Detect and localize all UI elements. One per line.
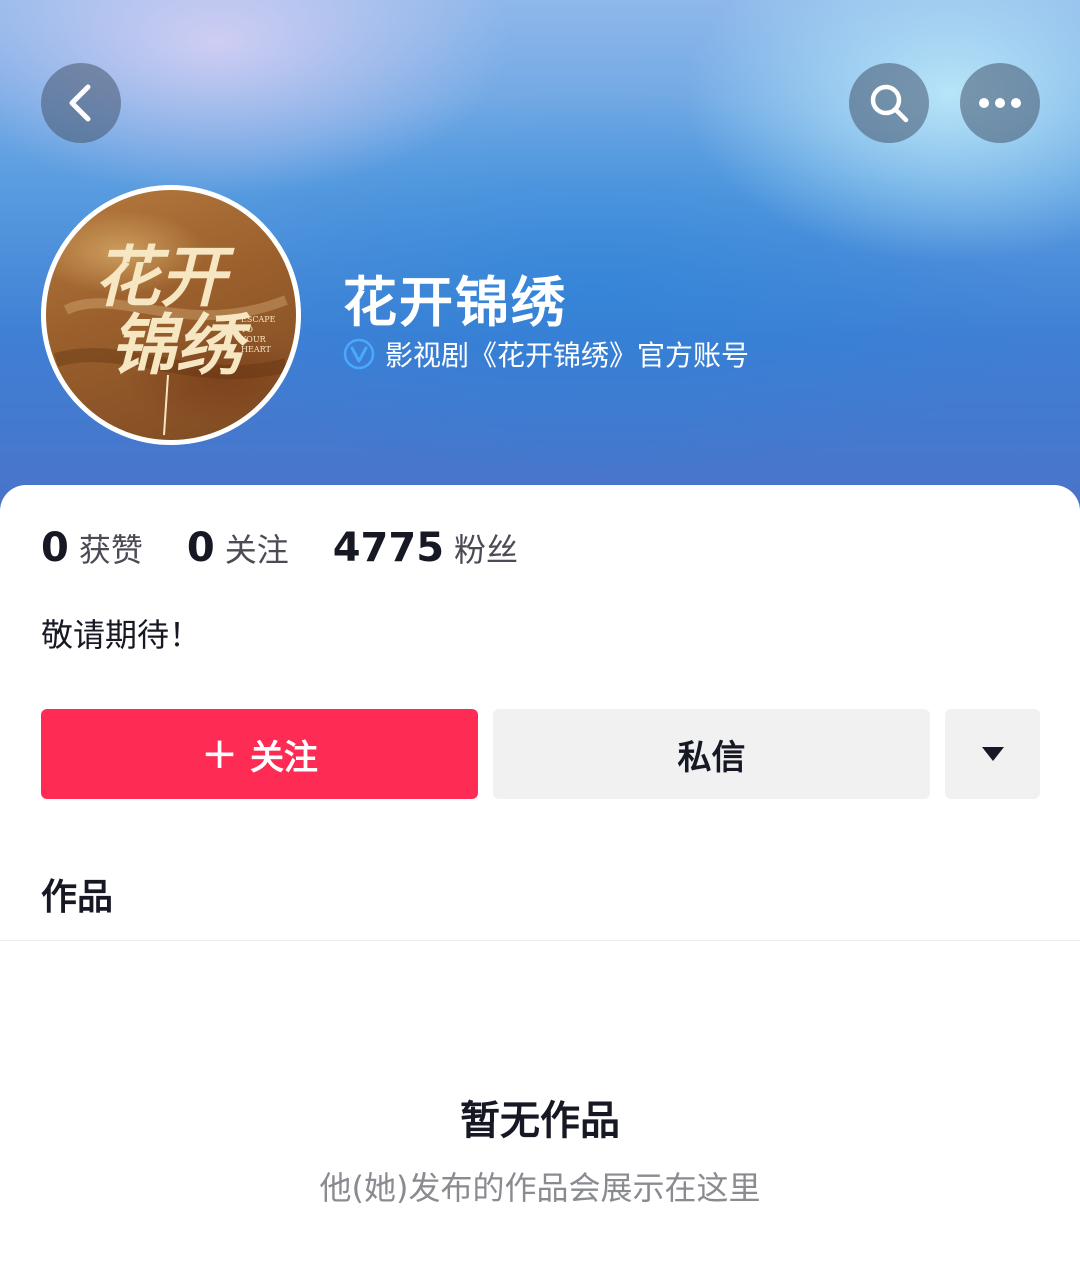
stat-following-label: 关注 [224, 531, 289, 569]
back-button[interactable] [41, 63, 121, 143]
message-button[interactable]: 私信 [493, 709, 930, 799]
profile-bio: 敬请期待！ [41, 616, 202, 654]
search-button[interactable] [849, 63, 929, 143]
avatar[interactable]: 花开 锦绣 ESCAPE TO YOUR HEART [41, 185, 301, 445]
stats-row: 0 获赞 0 关注 4775 粉丝 [41, 525, 562, 575]
stat-following-value: 0 [186, 525, 215, 571]
verified-v-icon [343, 338, 375, 370]
tab-works[interactable]: 作品 [41, 868, 113, 920]
more-dots-icon [979, 98, 1021, 108]
avatar-title-line1: 花开 [94, 238, 235, 316]
tab-divider [0, 940, 1080, 941]
follow-button[interactable]: + 关注 [41, 709, 478, 799]
stat-likes[interactable]: 0 获赞 [41, 525, 143, 571]
avatar-subtitle-3: YOUR [240, 335, 267, 344]
plus-icon: + [201, 728, 238, 779]
chevron-left-icon [69, 84, 91, 122]
message-button-label: 私信 [677, 737, 746, 778]
profile-card [0, 485, 1080, 1266]
avatar-subtitle-4: HEART [241, 345, 271, 354]
avatar-title-line2: 锦绣 [110, 306, 252, 384]
verification-row: 影视剧《花开锦绣》官方账号 [343, 334, 749, 374]
profile-header: 花开 锦绣 ESCAPE TO YOUR HEART 花开锦绣 影视剧《花开锦绣… [0, 0, 1080, 520]
stat-likes-label: 获赞 [78, 531, 143, 569]
stat-followers-label: 粉丝 [454, 531, 519, 569]
avatar-subtitle-2: TO [241, 325, 253, 334]
empty-state-title: 暂无作品 [460, 1098, 620, 1144]
recommend-dropdown-button[interactable] [945, 709, 1040, 799]
more-button[interactable] [960, 63, 1040, 143]
stat-likes-value: 0 [41, 525, 69, 571]
avatar-subtitle-1: ESCAPE [241, 315, 276, 324]
follow-button-label: 关注 [249, 737, 318, 778]
stat-followers[interactable]: 4775 粉丝 [333, 525, 518, 571]
avatar-logo: 花开 锦绣 ESCAPE TO YOUR HEART [54, 238, 288, 436]
empty-state-subtitle: 他(她)发布的作品会展示在这里 [319, 1169, 761, 1207]
stat-followers-value: 4775 [332, 525, 445, 571]
profile-name: 花开锦绣 [343, 271, 567, 334]
triangle-down-icon [981, 747, 1004, 761]
stat-following[interactable]: 0 关注 [187, 525, 289, 571]
search-icon [870, 84, 909, 123]
verification-text: 影视剧《花开锦绣》官方账号 [385, 339, 750, 372]
